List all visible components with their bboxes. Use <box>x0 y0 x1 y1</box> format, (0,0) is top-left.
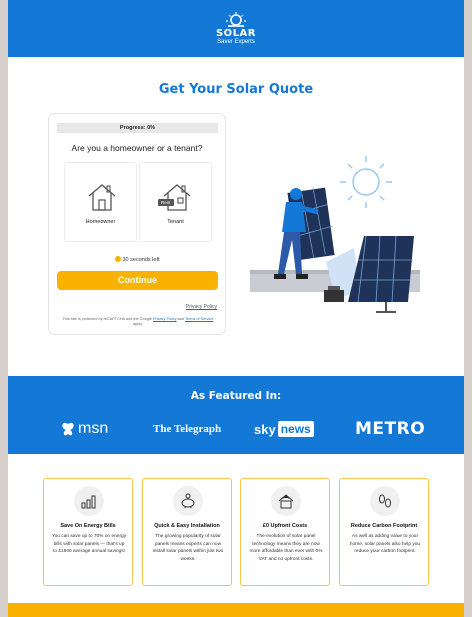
sky-text: sky <box>254 421 276 437</box>
featured-in-section: As Featured In: msn The Telegraph sky new… <box>8 376 464 454</box>
page: SOLAR Saver Experts Get Your Solar Quote… <box>8 0 464 617</box>
countdown-timer: 30 seconds left <box>49 256 225 263</box>
timer-text: 30 seconds left <box>122 257 160 263</box>
featured-title: As Featured In: <box>190 390 282 402</box>
site-header: SOLAR Saver Experts <box>8 0 464 57</box>
logo-title: SOLAR <box>215 28 256 39</box>
benefit-text: The growing popularity of solar panels m… <box>152 534 224 562</box>
recaptcha-suffix: apply. <box>133 322 143 326</box>
footprint-icon <box>379 494 391 508</box>
question-text: Are you a homeowner or a tenant? <box>71 143 203 153</box>
sky-news-logo: sky news <box>254 418 314 440</box>
page-title: Get Your Solar Quote <box>158 82 314 97</box>
butterfly-icon <box>62 422 74 436</box>
google-terms-link[interactable]: Terms of Service <box>185 317 213 321</box>
privacy-policy-link[interactable]: Privacy Policy <box>186 304 217 310</box>
msn-text: msn <box>78 420 109 437</box>
benefit-text: As well as adding value to your home, so… <box>349 534 421 554</box>
piggy-bank-icon <box>181 493 195 508</box>
site-footer <box>8 603 464 617</box>
quote-form-card: Progress: 0% Are you a homeowner or a te… <box>48 113 226 335</box>
msn-logo: msn <box>60 418 108 440</box>
recaptcha-prefix: This site is protected by reCAPTCHA and … <box>62 317 152 321</box>
recaptcha-and: and <box>177 317 185 321</box>
metro-logo: METRO <box>355 419 426 439</box>
telegraph-logo: The Telegraph <box>153 423 222 435</box>
news-text: news <box>277 421 314 437</box>
option-homeowner[interactable]: Homeowner <box>64 162 137 242</box>
benefit-text: You can save up to 70% on energy bills w… <box>51 534 127 554</box>
benefit-title: Reduce Carbon Footprint <box>350 523 418 529</box>
sun-icon <box>340 156 392 208</box>
bar-chart-icon <box>81 495 96 509</box>
benefit-card: Reduce Carbon Footprint As well as addin… <box>339 478 429 586</box>
sun-logo-icon <box>226 12 246 27</box>
benefit-card: Quick & Easy Installation The growing po… <box>142 478 232 586</box>
benefit-title: £0 Upfront Costs <box>262 523 308 529</box>
benefit-text: The evolution of solar panel technology … <box>249 534 323 562</box>
rent-house-icon <box>163 184 191 211</box>
benefit-card: £0 Upfront Costs The evolution of solar … <box>240 478 330 586</box>
progress-bar: Progress: 0% <box>57 123 218 133</box>
solar-installer-illustration <box>250 156 420 313</box>
recaptcha-notice: This site is protected by reCAPTCHA and … <box>59 317 217 327</box>
option-tenant[interactable]: Rent Tenant <box>139 162 212 242</box>
benefit-card: Save On Energy Bills You can save up to … <box>43 478 133 586</box>
option-label: Tenant <box>167 219 184 225</box>
solar-panel-icon <box>348 235 414 313</box>
clock-icon <box>114 256 121 262</box>
rent-tag: Rent <box>158 199 174 206</box>
option-label: Homeowner <box>85 219 116 225</box>
continue-button[interactable]: Continue <box>57 271 218 290</box>
benefit-title: Save On Energy Bills <box>60 523 116 529</box>
house-icon <box>88 184 116 211</box>
logo-subtitle: Saver Experts <box>217 39 255 45</box>
benefit-title: Quick & Easy Installation <box>154 523 220 529</box>
google-privacy-link[interactable]: Privacy Policy <box>153 317 177 321</box>
solar-house-icon <box>278 494 294 509</box>
